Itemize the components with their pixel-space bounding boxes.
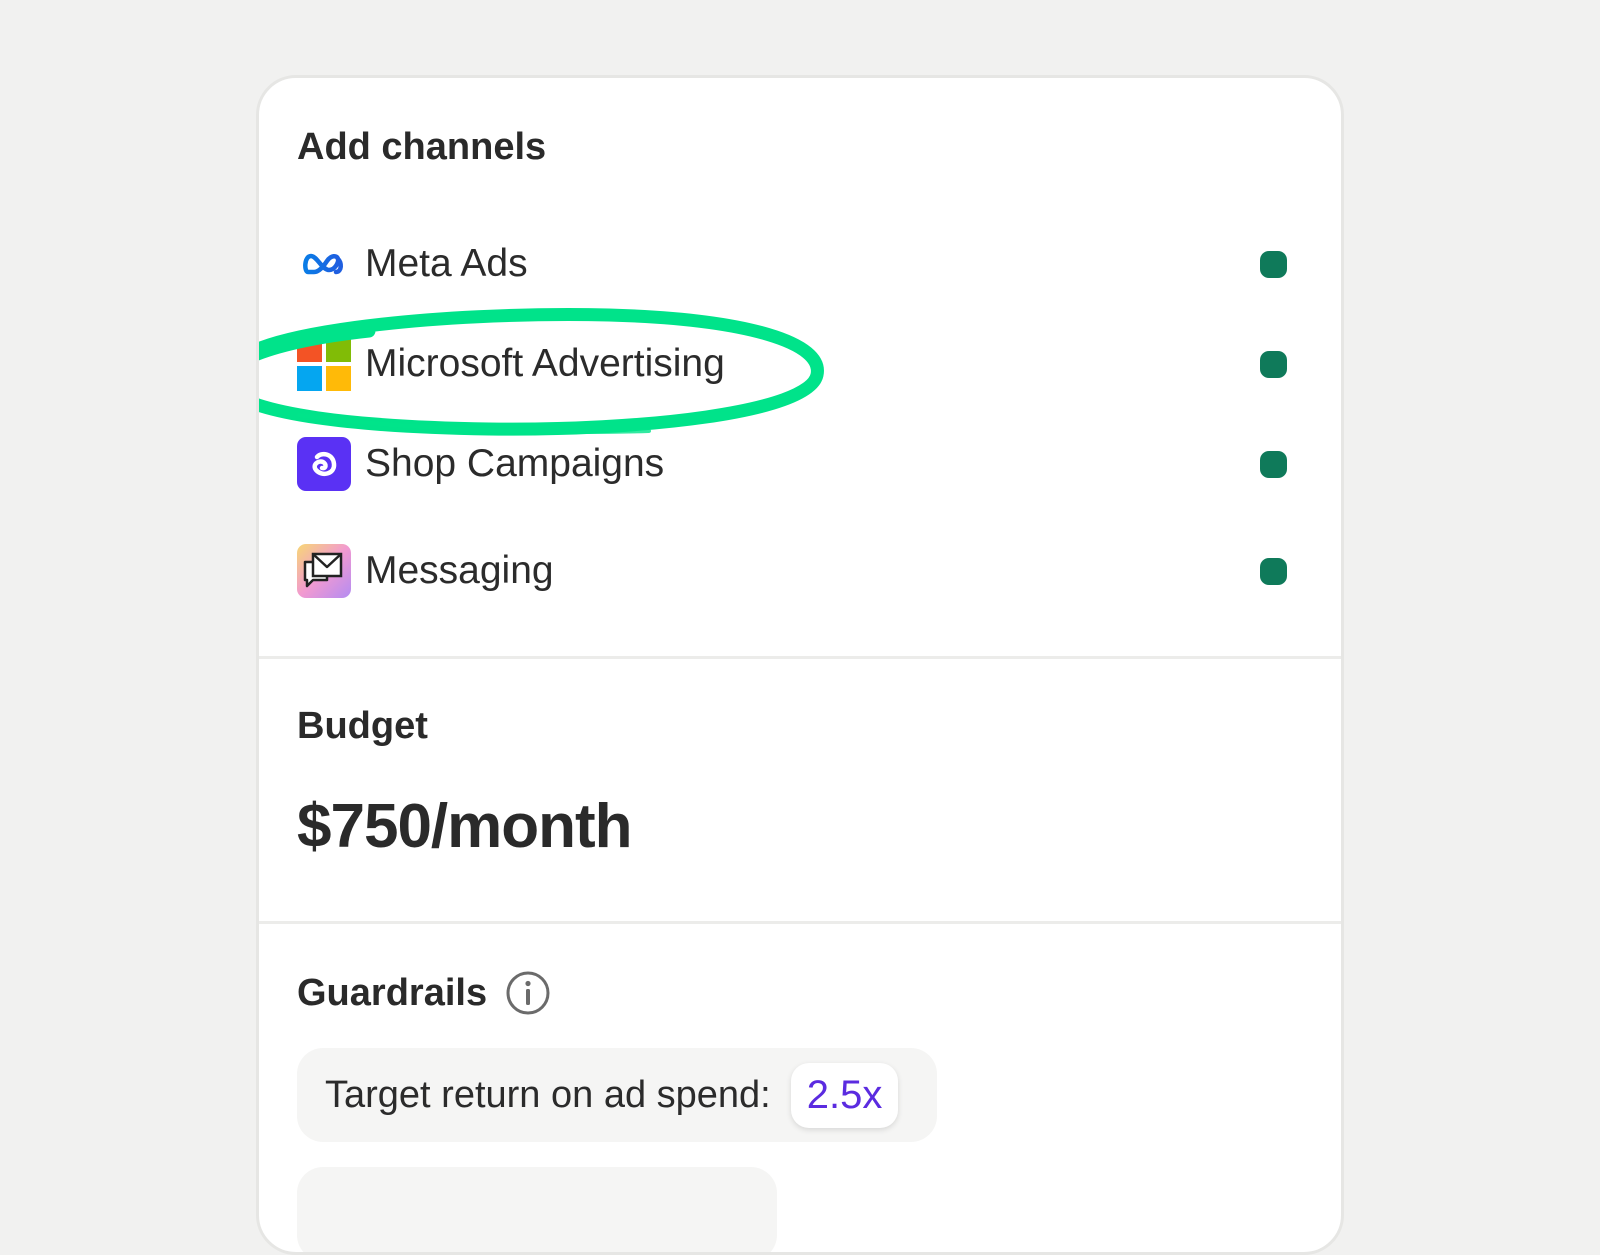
- guardrails-title-text: Guardrails: [297, 971, 488, 1014]
- guardrail-pill-2[interactable]: [297, 1167, 777, 1252]
- channel-label: Messaging: [365, 549, 554, 592]
- guardrail-label: Target return on ad spend:: [325, 1073, 771, 1116]
- status-dot: [1260, 251, 1287, 278]
- channel-label: Microsoft Advertising: [365, 342, 725, 385]
- status-dot: [1260, 558, 1287, 585]
- channel-label: Meta Ads: [365, 242, 528, 285]
- guardrails-section: Guardrails Target return on ad spend: 2.…: [259, 921, 1341, 1252]
- budget-value[interactable]: $750/month: [297, 791, 633, 862]
- shop-icon: [297, 437, 351, 491]
- channel-row-shop-campaigns[interactable]: Shop Campaigns: [297, 436, 1297, 492]
- guardrail-roas-pill[interactable]: Target return on ad spend: 2.5x: [297, 1048, 937, 1142]
- channels-section: Add channels Meta Ads Microsoft Advertis…: [259, 78, 1341, 656]
- channel-row-microsoft-advertising[interactable]: Microsoft Advertising: [297, 336, 1297, 392]
- guardrails-section-title: Guardrails: [297, 970, 551, 1016]
- messaging-icon: [297, 544, 351, 598]
- status-dot: [1260, 451, 1287, 478]
- channel-row-messaging[interactable]: Messaging: [297, 543, 1297, 599]
- microsoft-icon: [297, 337, 351, 391]
- channel-label: Shop Campaigns: [365, 442, 665, 485]
- info-icon[interactable]: [505, 970, 551, 1016]
- campaign-settings-card: Add channels Meta Ads Microsoft Advertis…: [256, 75, 1344, 1255]
- status-dot: [1260, 351, 1287, 378]
- budget-section-title: Budget: [297, 705, 428, 747]
- guardrail-value[interactable]: 2.5x: [790, 1062, 899, 1128]
- channels-section-title: Add channels: [297, 126, 547, 168]
- budget-section: Budget $750/month: [259, 656, 1341, 921]
- meta-icon: [297, 237, 351, 291]
- channel-row-meta-ads[interactable]: Meta Ads: [297, 236, 1297, 292]
